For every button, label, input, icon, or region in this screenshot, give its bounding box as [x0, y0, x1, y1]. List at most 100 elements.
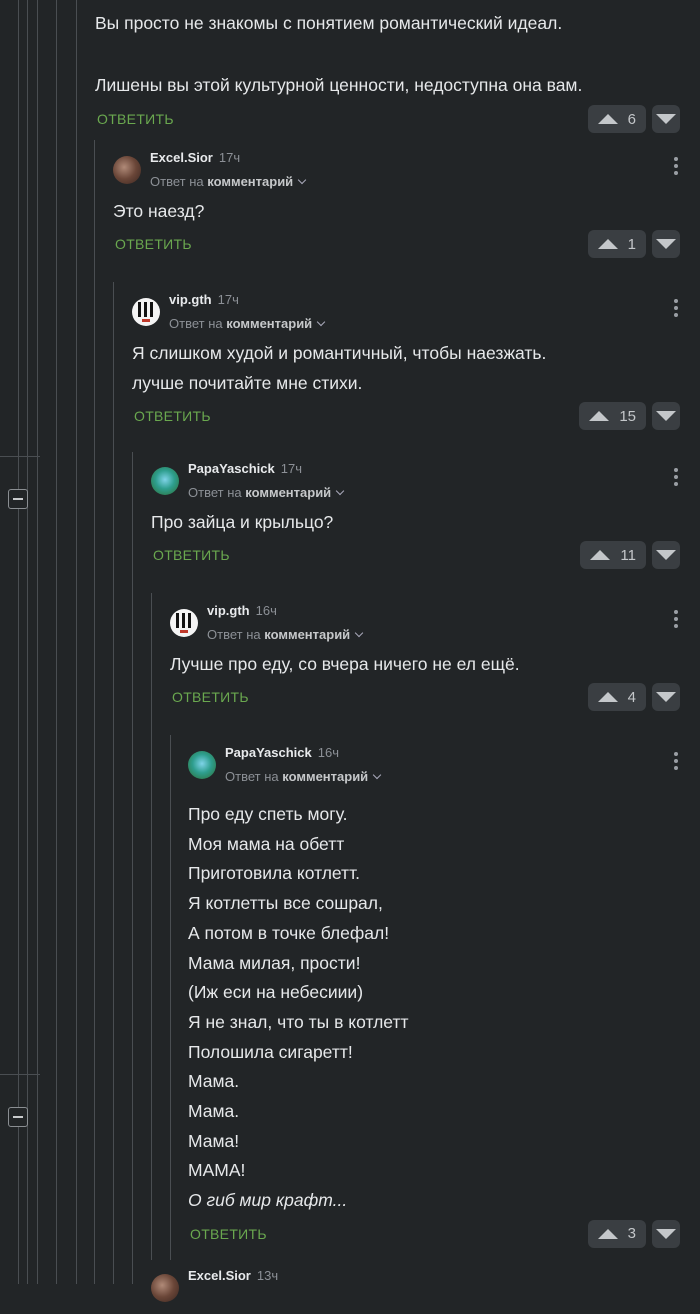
comment: vip.gth 17ч Ответ на комментарий Я слишко… [132, 286, 700, 438]
triangle-down-icon [656, 411, 676, 421]
comment-header: PapaYaschick 17ч Ответ на комментарий [151, 455, 700, 507]
reply-button[interactable]: ОТВЕТИТЬ [97, 111, 174, 127]
reply-to-line[interactable]: Ответ на комментарий [225, 769, 382, 784]
triangle-up-icon [597, 239, 618, 249]
reply-button[interactable]: ОТВЕТИТЬ [172, 689, 249, 705]
vote-controls: 4 [587, 683, 680, 711]
downvote-button[interactable] [652, 230, 680, 258]
username[interactable]: vip.gth [169, 292, 212, 307]
upvote-button[interactable]: 4 [587, 683, 646, 711]
vote-controls: 11 [580, 541, 680, 569]
triangle-up-icon [597, 114, 618, 124]
more-options-icon[interactable] [674, 752, 678, 770]
upvote-button[interactable]: 6 [587, 105, 646, 133]
chevron-down-icon [316, 317, 326, 327]
timestamp: 13ч [256, 1268, 279, 1283]
reply-button[interactable]: ОТВЕТИТЬ [115, 236, 192, 252]
reply-to-line[interactable]: Ответ на комментарий [169, 316, 326, 331]
reply-to-line[interactable]: Ответ на комментарий [207, 627, 364, 642]
triangle-up-icon [589, 411, 610, 421]
reply-to-line[interactable]: Ответ на комментарий [188, 485, 345, 500]
vote-count: 3 [627, 1225, 636, 1243]
more-options-icon[interactable] [674, 157, 678, 175]
thread-line [76, 0, 77, 1284]
more-options-icon[interactable] [674, 468, 678, 486]
thread-line [151, 593, 152, 1260]
thread-line [18, 0, 19, 1284]
comment-text: Лучше про еду, со вчера ничего не ел ещё… [170, 654, 520, 674]
comment-text: Про еду спеть могу. Моя мама на обетт Пр… [188, 804, 409, 1181]
avatar[interactable] [151, 1274, 179, 1302]
minus-icon [13, 1116, 23, 1118]
chevron-down-icon [335, 486, 345, 496]
downvote-button[interactable] [652, 1219, 680, 1248]
triangle-down-icon [656, 1228, 676, 1239]
comment-header: vip.gth 16ч Ответ на комментарий [170, 597, 700, 649]
thread-line [132, 452, 133, 1284]
triangle-up-icon [597, 1228, 618, 1239]
vote-count: 1 [627, 235, 636, 253]
comment: PapaYaschick 16ч Ответ на комментарий Про… [188, 739, 700, 1256]
vote-controls: 1 [587, 230, 680, 258]
comment-text: Про зайца и крыльцо? [151, 512, 334, 532]
triangle-up-icon [590, 550, 611, 560]
downvote-button[interactable] [652, 541, 680, 569]
vote-controls: 15 [579, 402, 680, 430]
collapse-thread-button[interactable] [8, 489, 28, 509]
comment-text: Это наезд? [113, 201, 205, 221]
comment-header: Excel.Sior 13ч [151, 1262, 700, 1314]
avatar[interactable] [188, 751, 216, 779]
comment-header: PapaYaschick 16ч Ответ на комментарий [188, 739, 700, 791]
upvote-button[interactable]: 11 [580, 541, 646, 569]
comment-text: Вы просто не знакомы с понятием романтич… [95, 13, 583, 95]
upvote-button[interactable]: 1 [587, 230, 646, 258]
timestamp: 16ч [317, 745, 339, 760]
avatar[interactable] [132, 298, 160, 326]
comment: vip.gth 16ч Ответ на комментарий Лучше пр… [170, 597, 700, 719]
avatar[interactable] [170, 609, 198, 637]
reply-button[interactable]: ОТВЕТИТЬ [153, 547, 230, 563]
vote-count: 4 [627, 688, 636, 706]
avatar[interactable] [113, 156, 141, 184]
thread-line [170, 735, 171, 1260]
vote-count: 15 [619, 407, 636, 425]
comment-text: Я слишком худой и романтичный, чтобы нае… [132, 343, 547, 393]
comment: Excel.Sior 13ч [151, 1262, 700, 1314]
thread-line [37, 0, 38, 1284]
comment-footer: ОТВЕТИТЬ 1 [113, 226, 700, 266]
thread-tick [0, 1074, 40, 1075]
timestamp: 17ч [217, 292, 239, 307]
username[interactable]: Excel.Sior [188, 1268, 251, 1283]
more-options-icon[interactable] [674, 610, 678, 628]
reply-to-line[interactable]: Ответ на комментарий [150, 174, 307, 189]
collapse-thread-button[interactable] [8, 1107, 28, 1127]
comment-header: Excel.Sior 17ч Ответ на комментарий [113, 144, 700, 196]
thread-line [94, 140, 95, 1284]
username[interactable]: PapaYaschick [188, 461, 275, 476]
vote-count: 6 [627, 110, 636, 128]
comment-footer: ОТВЕТИТЬ 4 [170, 679, 700, 719]
comment: Вы просто не знакомы с понятием романтич… [95, 8, 700, 141]
chevron-down-icon [297, 175, 307, 185]
triangle-down-icon [656, 550, 676, 560]
downvote-button[interactable] [652, 683, 680, 711]
username[interactable]: PapaYaschick [225, 745, 312, 760]
triangle-down-icon [656, 692, 676, 702]
vote-count: 11 [620, 546, 636, 564]
upvote-button[interactable]: 3 [587, 1219, 646, 1248]
avatar[interactable] [151, 467, 179, 495]
downvote-button[interactable] [652, 105, 680, 133]
thread-line [27, 0, 28, 1284]
chevron-down-icon [354, 628, 364, 638]
reply-button[interactable]: ОТВЕТИТЬ [190, 1226, 267, 1242]
timestamp: 17ч [280, 461, 302, 476]
downvote-button[interactable] [652, 402, 680, 430]
minus-icon [13, 498, 23, 500]
triangle-down-icon [656, 239, 676, 249]
username[interactable]: vip.gth [207, 603, 250, 618]
upvote-button[interactable]: 15 [579, 402, 646, 430]
vote-controls: 3 [587, 1219, 680, 1248]
username[interactable]: Excel.Sior [150, 150, 213, 165]
reply-button[interactable]: ОТВЕТИТЬ [134, 408, 211, 424]
more-options-icon[interactable] [674, 299, 678, 317]
